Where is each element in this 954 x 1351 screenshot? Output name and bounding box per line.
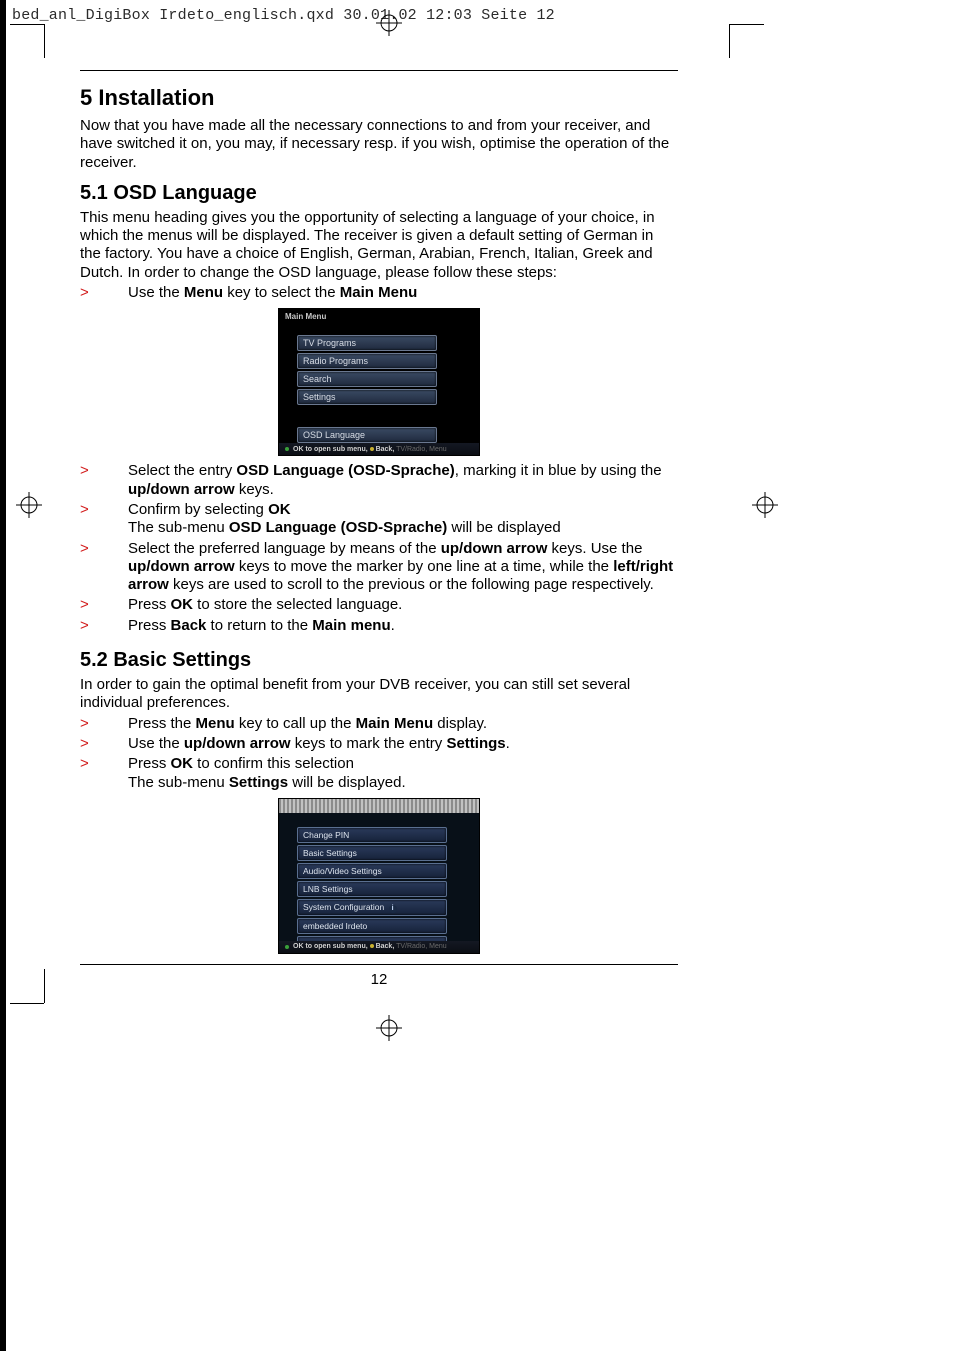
bullet-gt: > bbox=[80, 501, 128, 538]
crop-mark bbox=[10, 1003, 44, 1004]
step-text: Select the entry OSD Language (OSD-Sprac… bbox=[128, 462, 678, 499]
osd-settings-screenshot: Change PIN Basic Settings Audio/Video Se… bbox=[278, 798, 480, 954]
step: > Press Back to return to the Main menu. bbox=[80, 617, 678, 635]
green-dot-icon bbox=[285, 945, 289, 949]
qxd-header-line: bed_anl_DigiBox Irdeto_englisch.qxd 30.0… bbox=[12, 7, 555, 24]
osd-item-embedded-irdeto: embedded Irdeto bbox=[297, 918, 447, 934]
page-number: 12 bbox=[80, 971, 678, 988]
step: > Press OK to store the selected languag… bbox=[80, 596, 678, 614]
step: > Select the preferred language by means… bbox=[80, 540, 678, 595]
step: > Press OK to confirm this selection The… bbox=[80, 755, 678, 792]
step: > Select the entry OSD Language (OSD-Spr… bbox=[80, 462, 678, 499]
step-text: Use the Menu key to select the Main Menu bbox=[128, 284, 678, 302]
osd-item-basic-settings: Basic Settings bbox=[297, 845, 447, 861]
heading-5-2-basic-settings: 5.2 Basic Settings bbox=[80, 649, 678, 672]
osd-item-system-configuration: System Configuration i bbox=[297, 899, 447, 916]
osd-item-lnb-settings: LNB Settings bbox=[297, 881, 447, 897]
heading-5-1-osd-language: 5.1 OSD Language bbox=[80, 182, 678, 205]
bullet-gt: > bbox=[80, 755, 128, 792]
basic-settings-intro: In order to gain the optimal benefit fro… bbox=[80, 676, 678, 713]
osd-item-change-pin: Change PIN bbox=[297, 827, 447, 843]
osd-noise-bar bbox=[279, 799, 479, 813]
steps-osd-language: > Use the Menu key to select the Main Me… bbox=[80, 284, 678, 302]
bullet-gt: > bbox=[80, 462, 128, 499]
step-text: Press the Menu key to call up the Main M… bbox=[128, 715, 678, 733]
heading-5-installation: 5 Installation bbox=[80, 85, 678, 111]
osd-item-settings: Settings bbox=[297, 389, 437, 405]
crop-mark bbox=[44, 969, 45, 1003]
registration-mark-icon bbox=[376, 10, 402, 36]
content-area: 5 Installation Now that you have made al… bbox=[80, 70, 678, 988]
yellow-dot-icon bbox=[370, 944, 374, 948]
step-text: Press Back to return to the Main menu. bbox=[128, 617, 678, 635]
step: > Press the Menu key to call up the Main… bbox=[80, 715, 678, 733]
bullet-gt: > bbox=[80, 617, 128, 635]
crop-mark bbox=[10, 24, 44, 25]
osd-footer: OK to open sub menu, Back, TV/Radio, Men… bbox=[279, 941, 479, 953]
step-text: Use the up/down arrow keys to mark the e… bbox=[128, 735, 678, 753]
registration-mark-icon bbox=[376, 1015, 402, 1041]
osd-main-menu-screenshot: Main Menu TV Programs Radio Programs Sea… bbox=[278, 308, 480, 456]
step-text: Select the preferred language by means o… bbox=[128, 540, 678, 595]
page: bed_anl_DigiBox Irdeto_englisch.qxd 30.0… bbox=[0, 0, 954, 1351]
step: > Confirm by selecting OK The sub-menu O… bbox=[80, 501, 678, 538]
registration-mark-icon bbox=[752, 492, 778, 518]
crop-mark bbox=[44, 24, 45, 58]
bullet-gt: > bbox=[80, 284, 128, 302]
osd-item-search: Search bbox=[297, 371, 437, 387]
bullet-gt: > bbox=[80, 596, 128, 614]
steps-osd-language-cont: > Select the entry OSD Language (OSD-Spr… bbox=[80, 462, 678, 635]
bullet-gt: > bbox=[80, 715, 128, 733]
step-text: Confirm by selecting OK The sub-menu OSD… bbox=[128, 501, 678, 538]
osd-settings-list: Change PIN Basic Settings Audio/Video Se… bbox=[297, 827, 447, 954]
osd-item-osd-language: OSD Language bbox=[297, 427, 437, 443]
top-rule bbox=[80, 70, 678, 71]
step: > Use the up/down arrow keys to mark the… bbox=[80, 735, 678, 753]
steps-basic-settings: > Press the Menu key to call up the Main… bbox=[80, 715, 678, 792]
osd-menu-list: TV Programs Radio Programs Search Settin… bbox=[297, 335, 437, 445]
osd-item-tv-programs: TV Programs bbox=[297, 335, 437, 351]
osd-item-radio-programs: Radio Programs bbox=[297, 353, 437, 369]
osd-footer: OK to open sub menu, Back, TV/Radio, Men… bbox=[279, 443, 479, 455]
bullet-gt: > bbox=[80, 735, 128, 753]
step-text: Press OK to confirm this selection The s… bbox=[128, 755, 678, 792]
intro-paragraph: Now that you have made all the necessary… bbox=[80, 117, 678, 172]
crop-mark bbox=[729, 24, 730, 58]
binding-spine bbox=[0, 0, 6, 1351]
info-icon: i bbox=[389, 905, 397, 913]
yellow-dot-icon bbox=[370, 447, 374, 451]
bottom-rule bbox=[80, 964, 678, 965]
osd-item-audio-video-settings: Audio/Video Settings bbox=[297, 863, 447, 879]
step: > Use the Menu key to select the Main Me… bbox=[80, 284, 678, 302]
step-text: Press OK to store the selected language. bbox=[128, 596, 678, 614]
registration-mark-icon bbox=[16, 492, 42, 518]
green-dot-icon bbox=[285, 447, 289, 451]
osd-title: Main Menu bbox=[285, 312, 326, 321]
crop-mark bbox=[730, 24, 764, 25]
bullet-gt: > bbox=[80, 540, 128, 595]
osd-intro-paragraph: This menu heading gives you the opportun… bbox=[80, 209, 678, 282]
